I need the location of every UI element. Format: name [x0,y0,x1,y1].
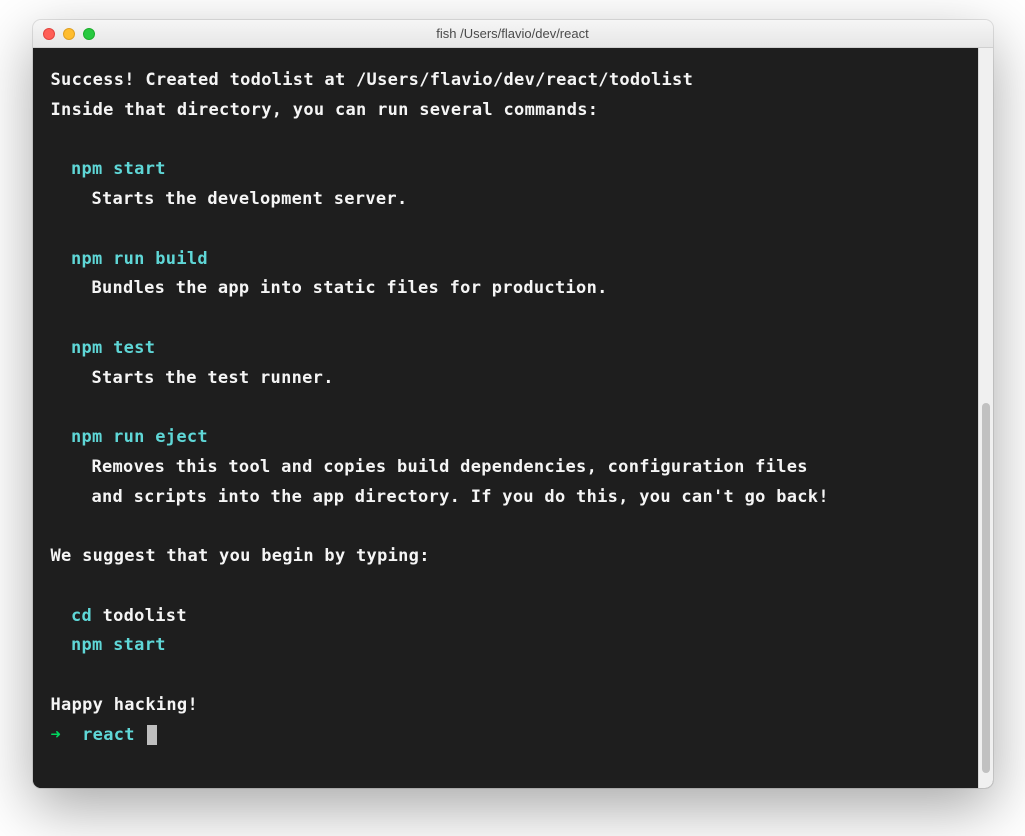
window-title: fish /Users/flavio/dev/react [43,26,983,41]
command-desc: Removes this tool and copies build depen… [51,453,964,483]
output-line: Happy hacking! [51,691,964,721]
terminal-output[interactable]: Success! Created todolist at /Users/flav… [33,48,978,788]
command-desc: Starts the test runner. [51,364,964,394]
output-line: Inside that directory, you can run sever… [51,96,964,126]
close-icon[interactable] [43,28,55,40]
command-name: npm run eject [51,423,964,453]
prompt-cwd: react [82,725,135,745]
command-name: npm test [51,334,964,364]
output-line: Success! Created todolist at /Users/flav… [51,66,964,96]
command-name: npm run build [51,245,964,275]
blank-line [51,126,964,156]
command-name: npm start [51,155,964,185]
minimize-icon[interactable] [63,28,75,40]
command-desc: and scripts into the app directory. If y… [51,483,964,513]
prompt-line[interactable]: ➜ react [51,721,964,751]
blank-line [51,304,964,334]
scrollbar-thumb[interactable] [982,403,990,773]
maximize-icon[interactable] [83,28,95,40]
start-command: npm start [51,631,964,661]
traffic-lights [43,28,95,40]
blank-line [51,661,964,691]
blank-line [51,215,964,245]
prompt-arrow-icon: ➜ [51,725,62,745]
terminal-window: fish /Users/flavio/dev/react Success! Cr… [33,20,993,788]
terminal-wrapper: Success! Created todolist at /Users/flav… [33,48,993,788]
command-desc: Starts the development server. [51,185,964,215]
titlebar[interactable]: fish /Users/flavio/dev/react [33,20,993,48]
cd-command: cd todolist [51,602,964,632]
blank-line [51,572,964,602]
cd-arg: todolist [92,606,187,626]
scrollbar[interactable] [978,48,993,788]
output-line: We suggest that you begin by typing: [51,542,964,572]
blank-line [51,512,964,542]
command-desc: Bundles the app into static files for pr… [51,274,964,304]
cursor-icon [147,725,157,745]
cd-keyword: cd [71,606,92,626]
blank-line [51,393,964,423]
